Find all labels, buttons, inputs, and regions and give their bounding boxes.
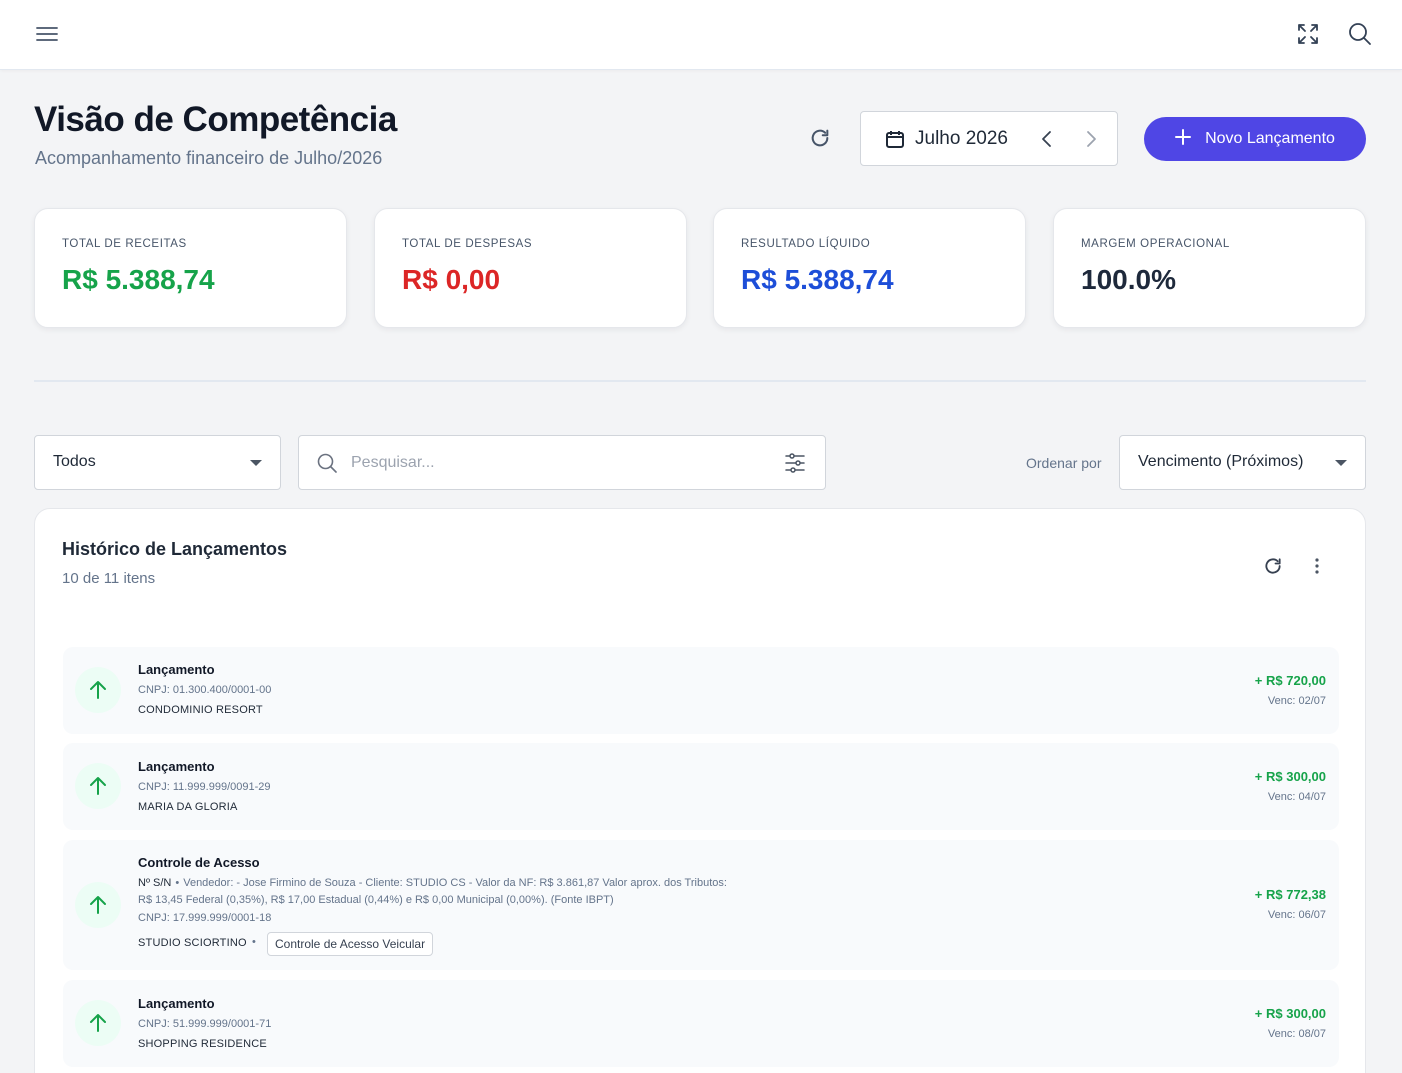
plus-icon [1175,128,1192,150]
page-title: Visão de Competência [34,100,397,139]
kpi-value: R$ 5.388,74 [62,264,215,295]
arrow-up-icon [75,763,121,809]
item-party: SHOPPING RESIDENCE [138,1038,267,1050]
order-by-value: Vencimento (Próximos) [1138,453,1304,470]
kpi-card-expenses: TOTAL DE DESPESAS R$ 0,00 [374,208,687,328]
kpi-label: MARGEM OPERACIONAL [1081,238,1230,250]
kpi-label: TOTAL DE RECEITAS [62,238,187,250]
top-bar [0,0,1402,70]
menu-icon[interactable] [31,18,63,50]
kpi-value: 100.0% [1081,264,1176,295]
caret-down-icon [250,460,262,466]
refresh-icon[interactable] [804,122,836,154]
new-entry-button[interactable]: Novo Lançamento [1144,117,1366,161]
arrow-up-icon [75,882,121,928]
kpi-card-revenue: TOTAL DE RECEITAS R$ 5.388,74 [34,208,347,328]
type-filter-value: Todos [53,453,96,470]
item-title: Lançamento [138,759,215,774]
item-due-date: Venc: 04/07 [1267,791,1326,803]
item-title: Lançamento [138,996,215,1011]
search-field[interactable] [298,435,826,490]
history-count: 10 de 11 itens [62,570,156,587]
item-cnpj: CNPJ: 51.999.999/0001-71 [138,1018,272,1030]
item-desc-line2: R$ 13,45 Federal (0,35%), R$ 17,00 Estad… [138,894,614,906]
history-panel: Histórico de Lançamentos 10 de 11 itens … [34,508,1366,1073]
item-amount: + R$ 772,38 [1254,887,1326,902]
month-picker[interactable]: Julho 2026 [860,111,1118,166]
item-amount: + R$ 720,00 [1254,673,1326,688]
item-title: Controle de Acesso [138,855,260,870]
caret-down-icon [1335,460,1347,466]
item-party: STUDIO SCIORTINO [138,937,247,949]
more-vertical-icon[interactable] [1301,550,1333,582]
item-due-date: Venc: 06/07 [1267,909,1326,921]
page-subtitle: Acompanhamento financeiro de Julho/2026 [35,148,383,168]
kpi-label: RESULTADO LÍQUIDO [741,238,871,250]
category-tag: Controle de Acesso Veicular [267,932,434,956]
chevron-right-icon[interactable] [1079,127,1103,151]
item-desc-line1: Vendedor: - Jose Firmino de Souza - Clie… [183,877,727,889]
divider [34,380,1366,382]
item-cnpj: CNPJ: 17.999.999/0001-18 [138,912,272,924]
kpi-label: TOTAL DE DESPESAS [402,238,533,250]
item-description: Nº S/N • Vendedor: - Jose Firmino de Souza… [138,877,727,889]
item-title: Lançamento [138,662,215,677]
refresh-icon[interactable] [1257,550,1289,582]
separator-dot: • [252,936,256,948]
item-amount: + R$ 300,00 [1254,769,1326,784]
list-item[interactable]: Controle de Acesso Nº S/N • Vendedor: - Jo… [63,840,1339,970]
item-doc-number: Nº S/N [138,877,172,889]
history-title: Histórico de Lançamentos [62,539,288,559]
kpi-value: R$ 5.388,74 [741,264,894,295]
new-entry-label: Novo Lançamento [1205,130,1335,147]
arrow-up-icon [75,1000,121,1046]
search-icon[interactable] [1344,18,1376,50]
kpi-value: R$ 0,00 [402,264,501,295]
kpi-card-net-result: RESULTADO LÍQUIDO R$ 5.388,74 [713,208,1026,328]
month-label: Julho 2026 [915,128,1008,149]
item-party: CONDOMINIO RESORT [138,704,263,716]
item-party: MARIA DA GLORIA [138,801,238,813]
type-filter-select[interactable]: Todos [34,435,281,490]
arrow-up-icon [75,667,121,713]
fullscreen-icon[interactable] [1292,18,1324,50]
item-cnpj: CNPJ: 01.300.400/0001-00 [138,684,272,696]
list-item[interactable]: Lançamento CNPJ: 01.300.400/0001-00 COND… [63,647,1339,734]
search-icon [317,453,337,478]
search-input[interactable] [351,448,771,478]
order-by-label: Ordenar por [1026,455,1102,471]
item-due-date: Venc: 02/07 [1267,695,1326,707]
filter-sliders-icon[interactable] [784,452,806,479]
chevron-left-icon[interactable] [1035,127,1059,151]
kpi-card-margin: MARGEM OPERACIONAL 100.0% [1053,208,1366,328]
order-by-select[interactable]: Vencimento (Próximos) [1119,435,1366,490]
item-amount: + R$ 300,00 [1254,1006,1326,1021]
item-cnpj: CNPJ: 11.999.999/0091-29 [138,781,271,793]
calendar-icon [885,129,905,154]
list-item[interactable]: Lançamento CNPJ: 51.999.999/0001-71 SHOP… [63,980,1339,1067]
list-item[interactable]: Lançamento CNPJ: 11.999.999/0091-29 MARI… [63,743,1339,830]
item-due-date: Venc: 08/07 [1267,1028,1326,1040]
